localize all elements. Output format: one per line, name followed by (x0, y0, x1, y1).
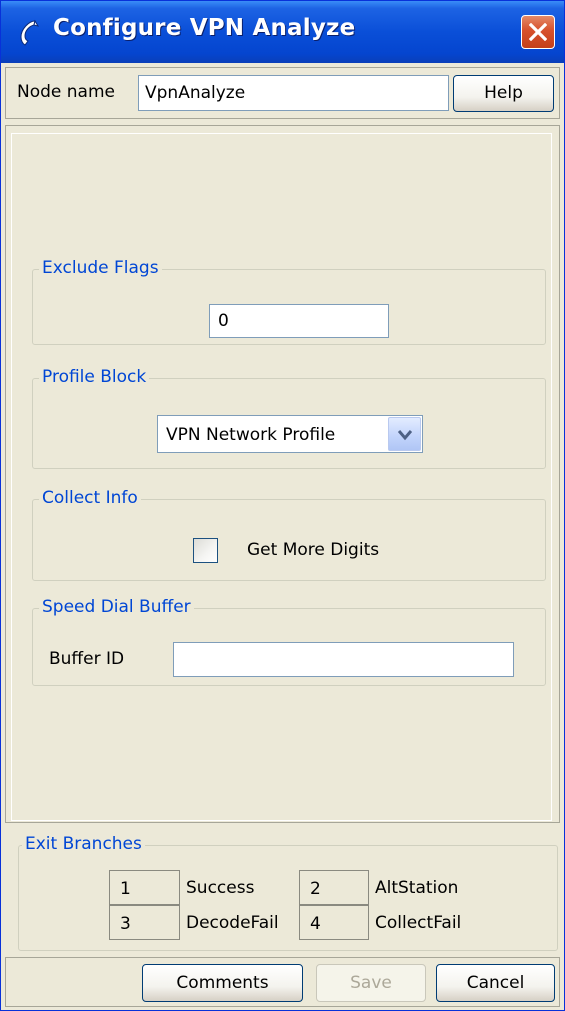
exclude-flags-title: Exclude Flags (39, 258, 162, 278)
exit-branch-name: Success (186, 878, 255, 898)
help-button[interactable]: Help (453, 75, 554, 112)
exit-branch-name: DecodeFail (186, 913, 279, 933)
exit-branch-name: CollectFail (375, 913, 462, 933)
exit-branch-number: 4 (299, 905, 369, 940)
chevron-down-icon (398, 430, 412, 441)
exit-branch-number: 2 (299, 870, 369, 905)
node-name-input[interactable] (138, 75, 449, 111)
cancel-button[interactable]: Cancel (436, 964, 555, 1002)
profile-block-select[interactable]: VPN Network Profile (157, 415, 423, 453)
get-more-digits-label[interactable]: Get More Digits (247, 540, 379, 560)
exit-branch-number: 3 (109, 905, 180, 940)
title-bar[interactable]: Configure VPN Analyze (1, 1, 564, 63)
exit-branches-group (18, 845, 558, 951)
speed-dial-title: Speed Dial Buffer (39, 597, 194, 617)
get-more-digits-checkbox[interactable] (193, 538, 218, 563)
configure-dialog: Configure VPN Analyze Node name Help Exc… (0, 0, 565, 1011)
close-icon (529, 23, 547, 41)
window-title: Configure VPN Analyze (53, 15, 356, 41)
save-button[interactable]: Save (316, 964, 426, 1002)
phone-handset-icon (13, 17, 45, 49)
comments-button[interactable]: Comments (142, 964, 303, 1002)
exit-branches-title: Exit Branches (22, 834, 145, 854)
exclude-flags-input[interactable] (209, 304, 389, 338)
config-panel-inner (11, 133, 552, 821)
node-name-label: Node name (17, 82, 115, 102)
profile-block-selected: VPN Network Profile (166, 425, 336, 445)
exit-branch-number: 1 (109, 870, 180, 905)
dropdown-button[interactable] (388, 417, 421, 451)
profile-block-title: Profile Block (39, 367, 150, 387)
buffer-id-label: Buffer ID (49, 649, 125, 669)
collect-info-title: Collect Info (39, 488, 141, 508)
close-button[interactable] (521, 15, 555, 49)
exit-branch-name: AltStation (375, 878, 459, 898)
buffer-id-input[interactable] (173, 642, 514, 677)
